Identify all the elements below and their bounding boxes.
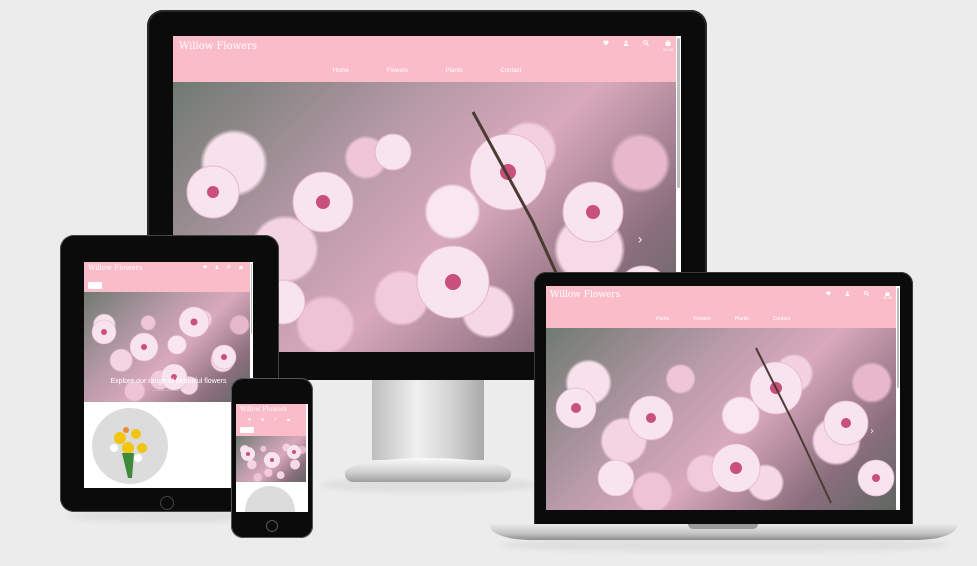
tablet-header: Willow Flowers bbox=[84, 262, 253, 294]
phone-bouquet-image[interactable] bbox=[245, 486, 295, 512]
user-icon[interactable] bbox=[845, 291, 850, 296]
blossom-illustration bbox=[241, 445, 301, 468]
tablet-site: Willow Flowers Explore our range of beau… bbox=[84, 262, 253, 488]
phone-header-icons bbox=[248, 418, 290, 421]
heart-icon[interactable] bbox=[826, 291, 831, 296]
phone-site: Willow Flowers bbox=[236, 404, 308, 512]
carousel-next-arrow[interactable]: › bbox=[637, 232, 643, 248]
tablet-brand[interactable]: Willow Flowers bbox=[88, 264, 143, 272]
laptop-notch bbox=[688, 524, 758, 529]
user-icon[interactable] bbox=[623, 40, 629, 46]
laptop-site: Willow Flowers £0.00 Home Flowers Plants… bbox=[546, 286, 900, 510]
nav-home[interactable]: Home bbox=[656, 316, 669, 322]
search-icon[interactable] bbox=[274, 418, 277, 421]
laptop-carousel-next-arrow[interactable]: › bbox=[870, 426, 874, 437]
laptop-brand[interactable]: Willow Flowers bbox=[550, 290, 620, 300]
tablet-bouquet-image[interactable] bbox=[92, 408, 168, 484]
search-icon[interactable] bbox=[643, 40, 649, 46]
heart-icon[interactable] bbox=[248, 418, 251, 421]
phone-home-button bbox=[266, 520, 278, 532]
laptop-scrollbar[interactable] bbox=[896, 286, 900, 510]
blossom-illustration bbox=[91, 306, 237, 391]
nav-home[interactable]: Home bbox=[333, 68, 349, 74]
tablet-hero-image: Explore our range of beautiful flowers —… bbox=[84, 292, 253, 402]
laptop-scrollbar-thumb[interactable] bbox=[897, 288, 899, 388]
tablet-hero-subline: ——————————— bbox=[152, 388, 185, 392]
desktop-brand[interactable]: Willow Flowers bbox=[179, 41, 257, 52]
nav-flowers[interactable]: Flowers bbox=[693, 316, 711, 322]
bag-icon[interactable] bbox=[287, 418, 290, 421]
desktop-header-icons: £0.00 bbox=[603, 40, 673, 52]
user-icon[interactable] bbox=[261, 418, 264, 421]
heart-icon[interactable] bbox=[603, 40, 609, 46]
desktop-nav: Home Flowers Plants Contact bbox=[173, 68, 681, 74]
nav-plants[interactable]: Plants bbox=[735, 316, 749, 322]
search-icon[interactable] bbox=[864, 291, 870, 296]
phone-brand[interactable]: Willow Flowers bbox=[240, 406, 287, 413]
nav-contact[interactable]: Contact bbox=[501, 68, 522, 74]
nav-contact[interactable]: Contact bbox=[773, 316, 790, 322]
phone-menu-button[interactable] bbox=[240, 427, 254, 440]
laptop-shadow bbox=[500, 538, 950, 552]
desktop-scrollbar-thumb[interactable] bbox=[677, 38, 680, 188]
heart-icon[interactable] bbox=[203, 265, 207, 269]
blossom-illustration bbox=[555, 347, 895, 504]
bouquet-illustration bbox=[110, 427, 147, 478]
search-icon[interactable] bbox=[227, 265, 231, 269]
desktop-header: Willow Flowers £0.00 Home Flowers Plants… bbox=[173, 36, 681, 82]
laptop-header: Willow Flowers £0.00 Home Flowers Plants… bbox=[546, 286, 900, 328]
phone-header: Willow Flowers bbox=[236, 404, 308, 440]
laptop-nav: Home Flowers Plants Contact bbox=[546, 316, 900, 322]
laptop-hero-image: › bbox=[546, 328, 900, 510]
tablet-hero-caption: Explore our range of beautiful flowers bbox=[110, 378, 227, 385]
tablet-scrollbar-thumb[interactable] bbox=[251, 264, 252, 334]
tablet-header-icons bbox=[203, 265, 243, 269]
phone-hero-image bbox=[236, 436, 308, 482]
nav-plants[interactable]: Plants bbox=[446, 68, 463, 74]
phone-scrollbar[interactable] bbox=[306, 404, 308, 512]
monitor-foot bbox=[345, 458, 511, 482]
laptop-header-icons: £0.00 bbox=[826, 291, 892, 300]
bag-amount: £0.00 bbox=[883, 296, 892, 300]
bag-icon[interactable] bbox=[239, 265, 243, 269]
bag-amount: £0.00 bbox=[662, 47, 673, 52]
tablet-menu-button[interactable] bbox=[88, 282, 102, 294]
monitor-stand bbox=[372, 380, 484, 460]
user-icon[interactable] bbox=[215, 265, 219, 269]
bag-icon[interactable]: £0.00 bbox=[883, 291, 892, 300]
nav-flowers[interactable]: Flowers bbox=[387, 68, 408, 74]
bag-icon[interactable]: £0.00 bbox=[663, 40, 673, 52]
tablet-home-button bbox=[160, 496, 174, 510]
